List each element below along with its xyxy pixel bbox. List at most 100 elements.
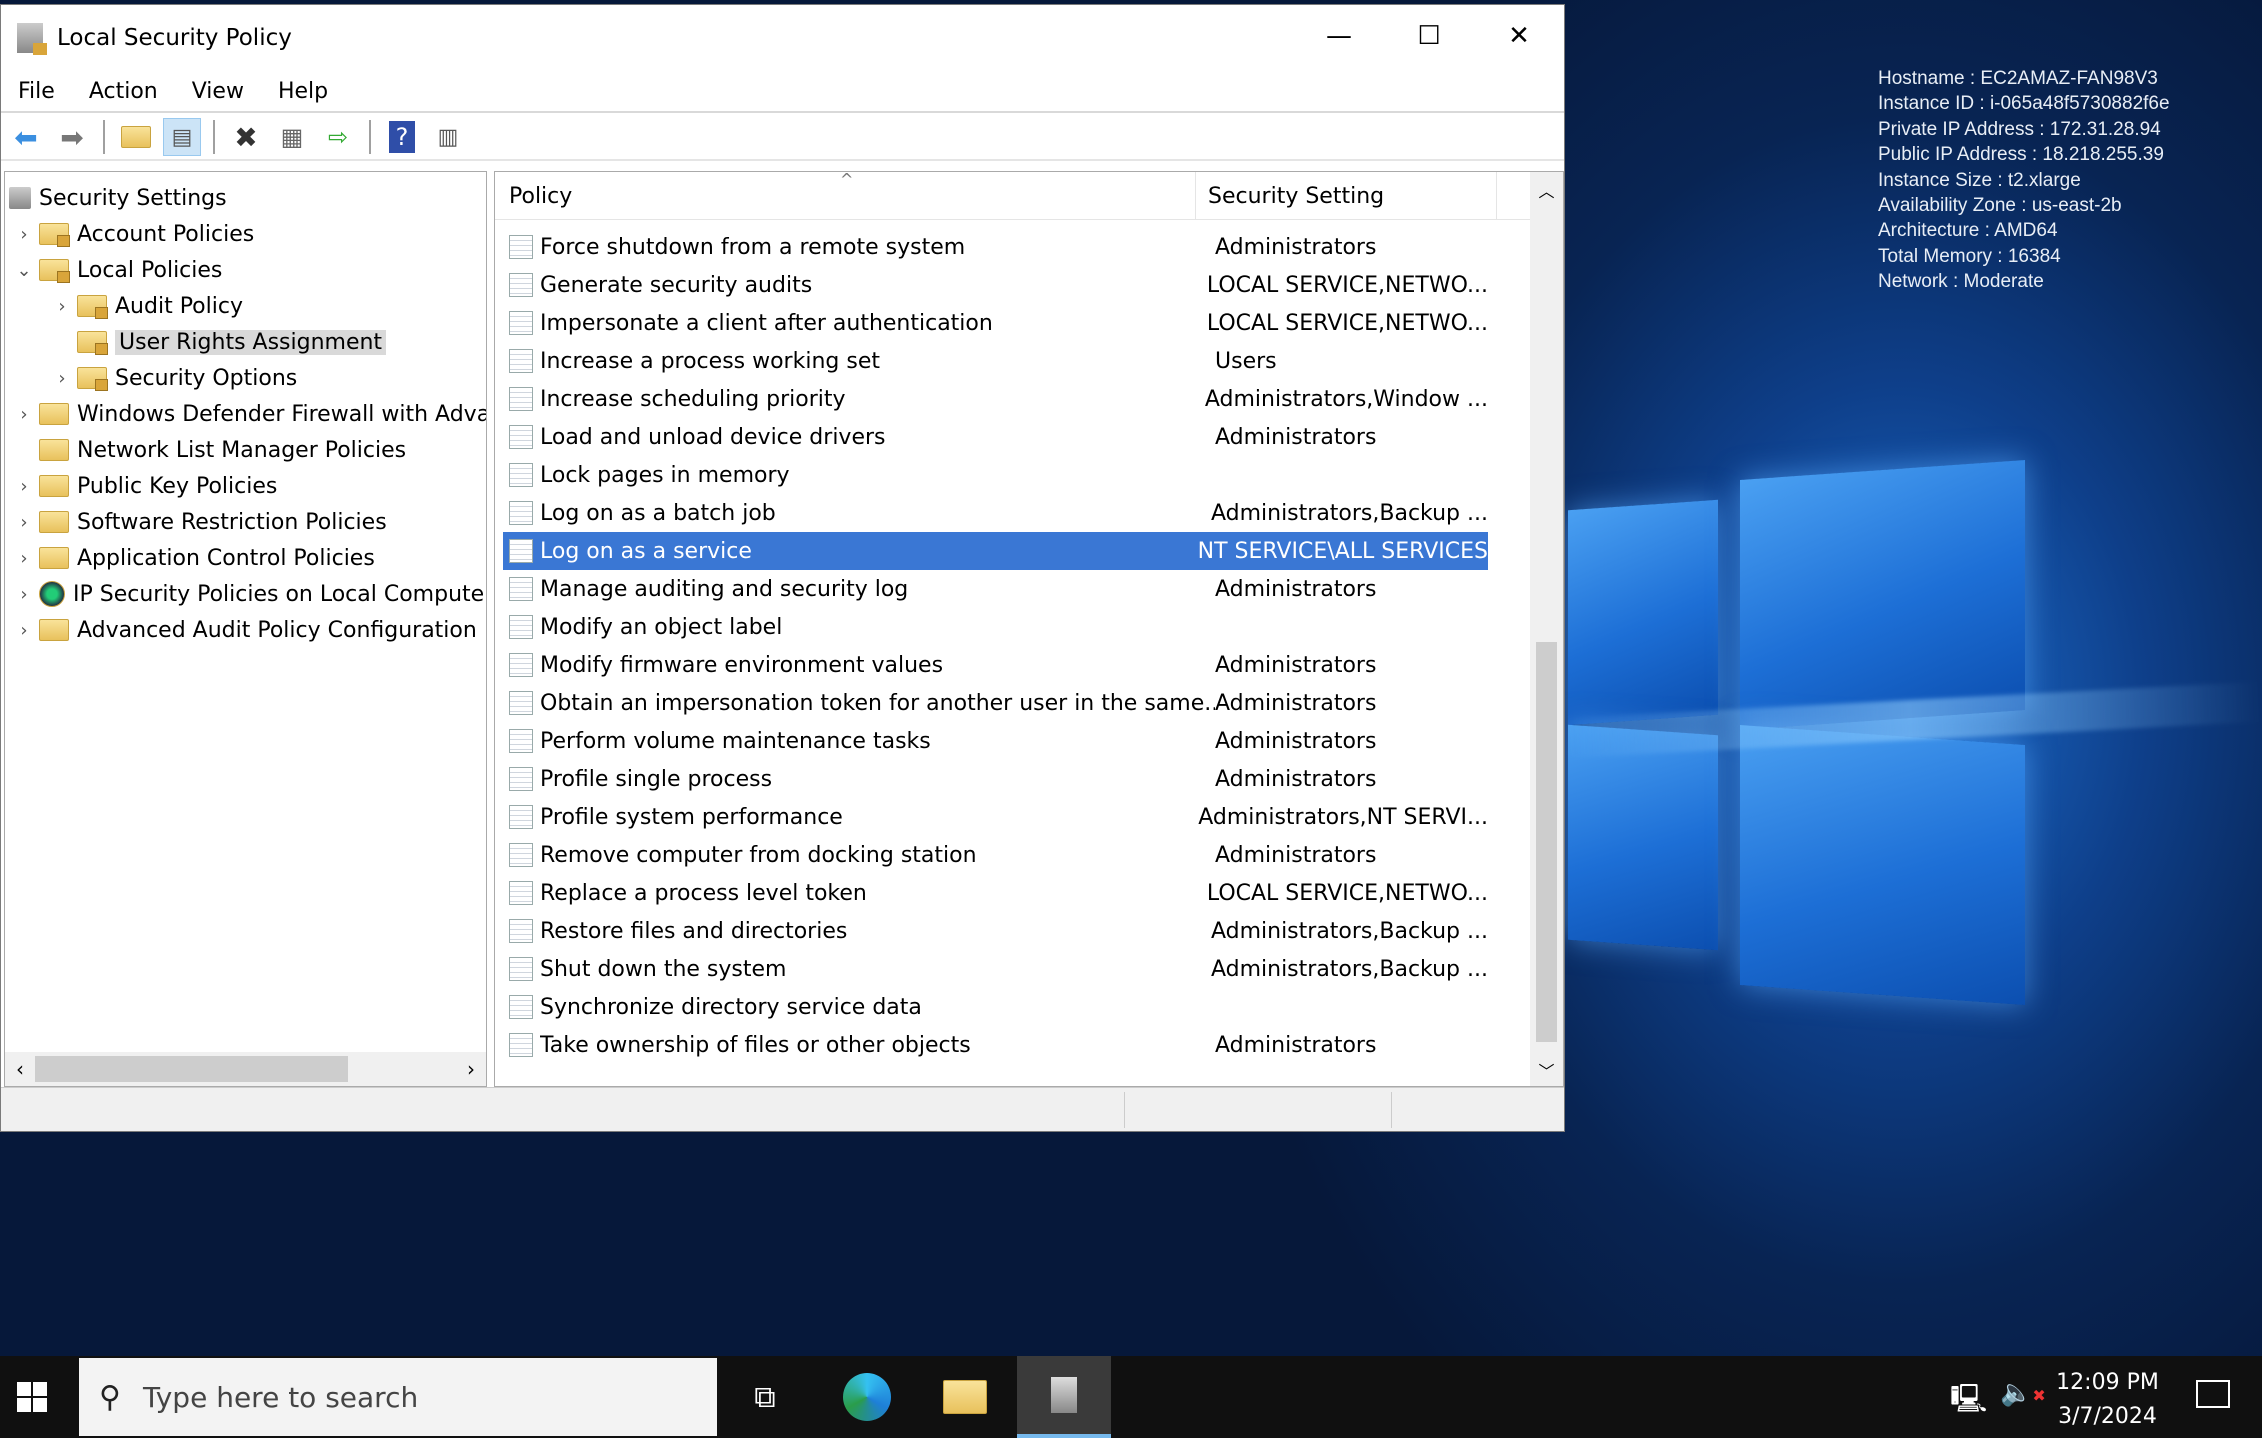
security-setting: Users	[1215, 348, 1277, 374]
chevron-right-icon[interactable]: ›	[9, 584, 39, 605]
chevron-right-icon[interactable]: ›	[9, 404, 39, 425]
policy-row[interactable]: Generate security audits LOCAL SERVICE,NE…	[503, 266, 1488, 304]
menu-action[interactable]: Action	[72, 79, 175, 104]
tree-item[interactable]: › Public Key Policies	[9, 468, 277, 504]
column-divider[interactable]	[1496, 172, 1497, 220]
menu-help[interactable]: Help	[261, 79, 345, 104]
export-list-icon[interactable]: ⇨	[319, 118, 357, 156]
scroll-right-arrow[interactable]: ›	[456, 1057, 486, 1081]
tree-item[interactable]: › Audit Policy	[47, 288, 243, 324]
help-icon[interactable]: ?	[383, 118, 421, 156]
ip-security-icon	[39, 581, 65, 607]
policy-row[interactable]: Obtain an impersonation token for anothe…	[503, 684, 1488, 722]
column-header-security-setting[interactable]: Security Setting	[1208, 184, 1384, 209]
policy-row[interactable]: Increase a process working set Users	[503, 342, 1488, 380]
tree-item[interactable]: › Security Options	[47, 360, 297, 396]
volume-muted-icon[interactable]: 🔈✖	[2000, 1378, 2046, 1408]
policy-row[interactable]: Log on as a batch job Administrators,Back…	[503, 494, 1488, 532]
tree-item[interactable]: › Application Control Policies	[9, 540, 375, 576]
system-info-line: Instance ID : i-065a48f5730882f6e	[1878, 93, 2170, 115]
start-button[interactable]	[0, 1356, 64, 1438]
show-hide-console-tree-icon[interactable]: ▤	[163, 118, 201, 156]
policy-row[interactable]: Manage auditing and security log Administ…	[503, 570, 1488, 608]
taskbar: ⚲ Type here to search ⧉ 🖳 🔈✖ 12:09 PM 3/…	[0, 1356, 2262, 1438]
policy-row[interactable]: Modify firmware environment values Admini…	[503, 646, 1488, 684]
local-security-policy-icon[interactable]	[1017, 1356, 1111, 1438]
policy-row[interactable]: Load and unload device drivers Administra…	[503, 418, 1488, 456]
tree-item[interactable]: ⌄ Local Policies	[9, 252, 222, 288]
tree-item[interactable]: › Account Policies	[9, 216, 254, 252]
network-icon[interactable]: 🖳	[1950, 1378, 1987, 1426]
forward-icon[interactable]: ➡	[53, 118, 91, 156]
policy-row[interactable]: Profile system performance Administrators…	[503, 798, 1488, 836]
tree-item[interactable]: › Software Restriction Policies	[9, 504, 386, 540]
status-bar	[1, 1087, 1564, 1131]
action-center-icon[interactable]	[2196, 1380, 2230, 1408]
policy-row[interactable]: Restore files and directories Administrat…	[503, 912, 1488, 950]
scroll-down-arrow[interactable]: ﹀	[1530, 1058, 1563, 1082]
chevron-right-icon[interactable]: ›	[9, 476, 39, 497]
policy-row[interactable]: Log on as a service NT SERVICE\ALL SERVIC…	[503, 532, 1488, 570]
chevron-right-icon[interactable]: ›	[9, 224, 39, 245]
search-placeholder: Type here to search	[142, 1380, 419, 1414]
delete-icon[interactable]: ✖	[227, 118, 265, 156]
policy-row[interactable]: Replace a process level token LOCAL SERVI…	[503, 874, 1488, 912]
policy-row[interactable]: Perform volume maintenance tasks Administ…	[503, 722, 1488, 760]
sort-ascending-icon: ^	[840, 171, 854, 189]
tree-horizontal-scrollbar[interactable]: ‹ ›	[5, 1052, 486, 1086]
policy-row[interactable]: Modify an object label	[503, 608, 1488, 646]
policy-row[interactable]: Shut down the system Administrators,Backu…	[503, 950, 1488, 988]
chevron-down-icon[interactable]: ⌄	[9, 260, 39, 281]
tree-item-label: Windows Defender Firewall with Adva	[77, 401, 487, 427]
column-header-policy[interactable]: Policy	[509, 184, 572, 209]
chevron-right-icon[interactable]: ›	[47, 368, 77, 389]
list-vertical-scrollbar[interactable]: ︿ ﹀	[1530, 172, 1563, 1086]
up-folder-icon[interactable]	[117, 118, 155, 156]
tree-item[interactable]: Network List Manager Policies	[9, 432, 406, 468]
menu-view[interactable]: View	[175, 79, 261, 104]
column-divider[interactable]	[1195, 172, 1196, 220]
show-hide-action-pane-icon[interactable]: ▥	[429, 118, 467, 156]
scroll-thumb[interactable]	[35, 1056, 348, 1082]
scroll-up-arrow[interactable]: ︿	[1530, 172, 1563, 202]
windows-icon	[17, 1382, 47, 1412]
scroll-left-arrow[interactable]: ‹	[5, 1057, 35, 1081]
chevron-right-icon[interactable]: ›	[9, 548, 39, 569]
tree-item[interactable]: Security Settings	[9, 180, 227, 216]
policy-row[interactable]: Take ownership of files or other objects…	[503, 1026, 1488, 1064]
taskbar-search-box[interactable]: ⚲ Type here to search	[79, 1358, 717, 1436]
policy-row[interactable]: Lock pages in memory	[503, 456, 1488, 494]
chevron-right-icon[interactable]: ›	[9, 620, 39, 641]
policy-row[interactable]: Increase scheduling priority Administrato…	[503, 380, 1488, 418]
clock[interactable]: 12:09 PM 3/7/2024	[2050, 1366, 2165, 1434]
tree-item[interactable]: › Windows Defender Firewall with Adva	[9, 396, 487, 432]
tree-item-label: Application Control Policies	[77, 545, 375, 571]
policy-row[interactable]: Impersonate a client after authenticatio…	[503, 304, 1488, 342]
scroll-thumb[interactable]	[1536, 642, 1557, 1042]
policy-row[interactable]: Synchronize directory service data	[503, 988, 1488, 1026]
tree-item[interactable]: User Rights Assignment	[47, 324, 387, 360]
edge-icon[interactable]	[820, 1356, 914, 1438]
minimize-button[interactable]: —	[1294, 5, 1384, 67]
back-icon[interactable]: ⬅	[7, 118, 45, 156]
policy-row[interactable]: Profile single process Administrators	[503, 760, 1488, 798]
security-setting: Administrators	[1215, 842, 1377, 868]
policy-icon	[509, 881, 533, 905]
file-explorer-icon[interactable]	[918, 1356, 1012, 1438]
tree-item[interactable]: › IP Security Policies on Local Compute	[9, 576, 484, 612]
folder-icon	[39, 619, 69, 641]
menu-file[interactable]: File	[1, 79, 72, 104]
title-bar[interactable]: Local Security Policy — ☐ ✕	[1, 5, 1564, 71]
maximize-button[interactable]: ☐	[1384, 5, 1474, 67]
tree-item-label: IP Security Policies on Local Compute	[73, 581, 485, 607]
close-button[interactable]: ✕	[1474, 5, 1564, 67]
policy-row[interactable]: Force shutdown from a remote system Admin…	[503, 228, 1488, 266]
security-setting: Administrators	[1215, 424, 1377, 450]
policy-row[interactable]: Remove computer from docking station Admi…	[503, 836, 1488, 874]
task-view-icon[interactable]: ⧉	[718, 1356, 812, 1438]
folder-lock-icon	[39, 259, 70, 283]
tree-item[interactable]: › Advanced Audit Policy Configuration	[9, 612, 476, 648]
properties-icon[interactable]: ▦	[273, 118, 311, 156]
chevron-right-icon[interactable]: ›	[9, 512, 39, 533]
chevron-right-icon[interactable]: ›	[47, 296, 77, 317]
